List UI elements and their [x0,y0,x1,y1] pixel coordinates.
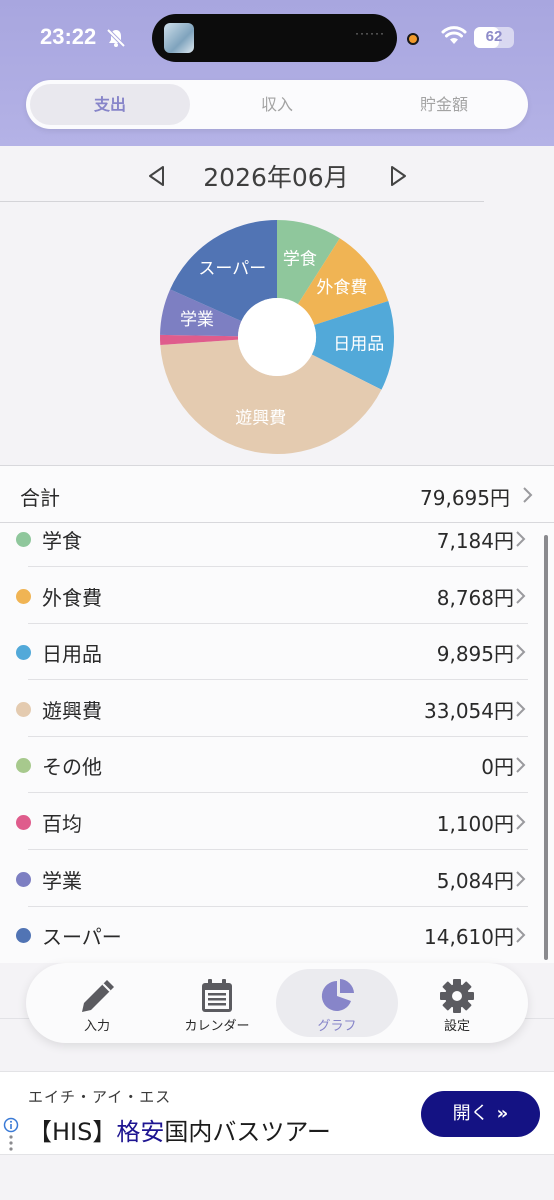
pie-chart-svg: 学食外食費日用品遊興費 学業 スーパー [160,220,394,455]
category-color-dot [16,701,31,717]
tab-expense[interactable]: 支出 [30,84,190,125]
expense-pie-chart[interactable]: 学食外食費日用品遊興費 学業 スーパー [0,204,554,466]
pie-slice-label: スーパー [198,259,266,279]
category-amount: 0円 [481,755,514,780]
category-color-dot [16,532,31,547]
ad-headline: 【HIS】格安国内バスツアー [28,1112,331,1147]
category-color-dot [16,588,31,604]
category-color-dot [16,645,31,661]
previous-month-button[interactable] [147,165,167,187]
ad-headline-highlight: 格安 [116,1118,165,1146]
chevron-right-icon [516,814,526,830]
total-row[interactable]: 合計 79,695円 [0,465,554,523]
scrollbar[interactable] [544,535,548,960]
category-amount: 8,768円 [436,585,514,610]
battery-level: 62 [485,28,503,45]
category-color-dot [16,928,31,944]
double-chevron-right-icon: » [496,1103,509,1124]
category-row[interactable]: スーパー 14,610円 [0,906,554,963]
pencil-icon [82,980,114,1012]
category-color-dot [16,758,31,774]
bell-off-icon [106,28,126,48]
tab-savings[interactable]: 貯金額 [364,84,524,125]
pie-chart-icon [321,979,354,1011]
tab-calendar[interactable]: カレンダー [156,969,278,1037]
category-name: 外食費 [42,585,102,610]
ad-headline-prefix: 【HIS】 [28,1118,117,1146]
dynamic-island: ······ [152,14,397,62]
ad-open-button[interactable]: 開く » [421,1091,540,1137]
category-amount: 9,895円 [436,642,514,667]
battery-icon: 62 [474,27,514,48]
category-amount: 5,084円 [436,868,514,893]
tab-graph-label: グラフ [317,1019,357,1034]
current-month: 2026年06月 [203,163,349,192]
total-value: 79,695円 [420,486,510,510]
chevron-right-icon [516,757,526,774]
pie-center-hole [238,298,316,376]
category-name: 遊興費 [42,698,102,723]
month-navigation: 2026年06月 [0,146,554,204]
category-amount: 7,184円 [436,529,514,553]
ad-advertiser: エイチ・アイ・エス [28,1088,172,1106]
tab-input-label: 入力 [83,1019,110,1034]
ad-headline-suffix: 国内バスツアー [164,1118,331,1146]
category-color-dot [16,871,31,887]
next-month-button[interactable] [388,165,408,187]
chevron-right-icon [516,870,526,887]
category-row[interactable]: 百均 1,100円 [0,793,554,850]
category-amount: 14,610円 [424,925,514,950]
pie-slice-label: 学業 [180,310,214,330]
pie-slice-label: 日用品 [333,334,384,354]
chevron-right-icon [516,927,526,943]
waveform-icon: ······ [355,26,385,40]
category-row[interactable]: 外食費 8,768円 [0,567,554,624]
category-row[interactable]: 学業 5,084円 [0,850,554,907]
category-name: スーパー [42,925,122,950]
chevron-right-icon [523,487,533,503]
ad-open-label: 開く [452,1103,489,1124]
category-name: 百均 [42,812,82,836]
divider [0,201,484,202]
tab-income[interactable]: 収入 [197,84,357,125]
category-name: 学業 [42,868,82,893]
category-name: 学食 [42,529,82,553]
tab-calendar-label: カレンダー [184,1019,250,1034]
status-time: 23:22 [40,24,97,49]
type-segmented-control: 支出 収入 貯金額 [26,80,528,129]
category-row[interactable]: 学食 7,184円 [0,523,554,567]
category-list: 学食 7,184円外食費 8,768円日用品 9,895円遊興費 33,054円その他 0… [0,523,554,963]
tab-settings-label: 設定 [443,1019,470,1034]
ad-banner[interactable]: エイチ・アイ・エス 【HIS】格安国内バスツアー 開く » [0,1071,554,1155]
app-header: 23:22 ······ 62 支出 収入 貯金額 [0,0,554,146]
now-playing-thumbnail [164,23,194,53]
pie-slice-label: 遊興費 [235,408,286,428]
pie-slice-label: 学食 [283,249,317,269]
chevron-right-icon [516,531,526,547]
mic-indicator-icon [407,33,419,45]
category-row[interactable]: 遊興費 33,054円 [0,680,554,737]
gear-icon [440,979,474,1013]
category-amount: 1,100円 [436,812,514,836]
category-amount: 33,054円 [424,698,514,723]
chevron-right-icon [516,644,526,660]
total-label: 合計 [20,486,60,510]
tab-settings[interactable]: 設定 [396,969,518,1037]
ad-info-icon[interactable] [3,1117,19,1157]
category-row[interactable]: 日用品 9,895円 [0,623,554,681]
category-row[interactable]: その他 0円 [0,736,554,794]
chevron-right-icon [516,701,526,717]
tab-graph[interactable]: グラフ [276,969,398,1037]
category-name: 日用品 [42,642,102,667]
pie-slice-label: 外食費 [316,278,367,298]
wifi-icon [441,26,467,44]
category-color-dot [16,815,31,830]
bottom-tab-bar: 入力 カレンダー グラフ 設定 [26,963,528,1043]
chevron-right-icon [516,587,526,604]
calendar-icon [202,979,232,1012]
category-name: その他 [42,755,102,780]
tab-input[interactable]: 入力 [36,969,158,1037]
